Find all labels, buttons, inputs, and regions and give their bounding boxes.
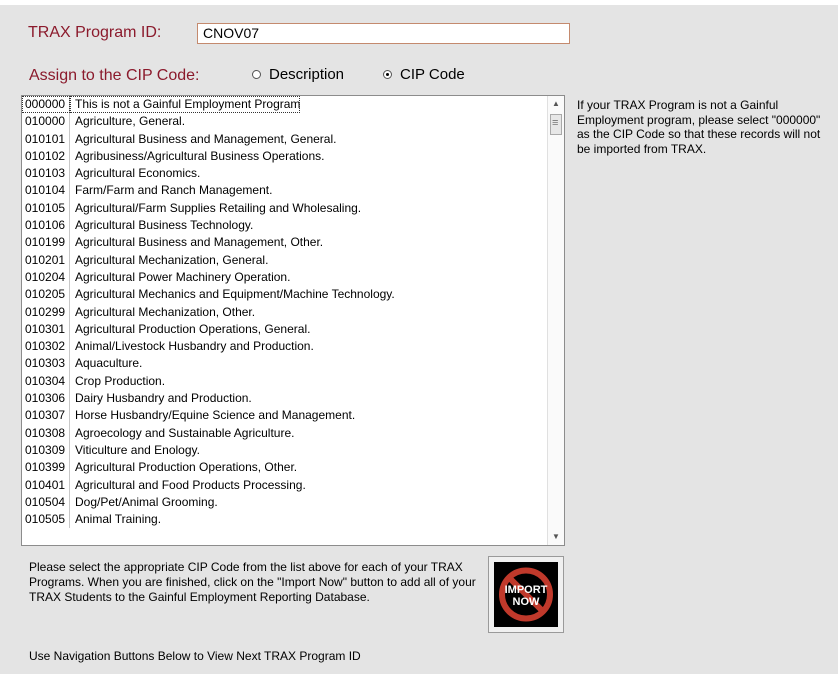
cip-code-cell: 010204 — [22, 268, 70, 287]
list-item[interactable]: 010104 Farm/Farm and Ranch Management. — [22, 182, 564, 200]
cip-code-cell: 010103 — [22, 165, 70, 183]
cip-code-cell: 010308 — [22, 424, 70, 442]
cip-description-cell: Crop Production. — [75, 373, 166, 388]
radio-cip-code-label: CIP Code — [400, 66, 465, 83]
import-label-line1: IMPORT — [505, 584, 548, 596]
list-item[interactable]: 010304 Crop Production. — [22, 372, 564, 391]
cip-description-cell: Agricultural Business and Management, Ot… — [75, 235, 324, 250]
cip-description-cell: Animal/Livestock Husbandry and Productio… — [75, 339, 314, 354]
list-item[interactable]: 010199 Agricultural Business and Manageme… — [22, 234, 564, 252]
cip-description-cell: Agricultural Power Machinery Operation. — [75, 269, 291, 284]
cip-description-cell: Agricultural Business Technology. — [75, 218, 254, 233]
cip-code-cell: 010299 — [22, 303, 70, 321]
import-now-icon: IMPORT NOW — [494, 562, 558, 627]
cip-code-cell: 010104 — [22, 182, 70, 200]
cip-code-list[interactable]: 000000 This is not a Gainful Employment P… — [21, 95, 565, 546]
list-item[interactable]: 010307 Horse Husbandry/Equine Science and… — [22, 407, 564, 425]
list-item[interactable]: 010106 Agricultural Business Technology. — [22, 217, 564, 235]
scroll-up-arrow-icon[interactable]: ▲ — [548, 96, 564, 112]
list-item[interactable]: 010205 Agricultural Mechanics and Equipme… — [22, 286, 564, 304]
program-id-label: TRAX Program ID: — [28, 24, 162, 41]
cip-description-cell: Farm/Farm and Ranch Management. — [75, 183, 273, 198]
cip-description-cell: Agricultural Mechanization, Other. — [75, 304, 256, 319]
cip-code-cell: 010302 — [22, 338, 70, 356]
list-scrollbar[interactable]: ▲ ▼ — [547, 96, 564, 545]
list-item[interactable]: 010301 Agricultural Production Operations… — [22, 320, 564, 339]
cip-description-cell: Animal Training. — [75, 512, 162, 527]
cip-description-cell: Dairy Husbandry and Production. — [75, 391, 252, 406]
no-symbol-icon: IMPORT NOW — [499, 567, 553, 622]
cip-description-cell: Agroecology and Sustainable Agriculture. — [75, 425, 295, 440]
list-item[interactable]: 010204 Agricultural Power Machinery Opera… — [22, 268, 564, 287]
side-note: If your TRAX Program is not a Gainful Em… — [577, 98, 821, 156]
cip-description-cell: Horse Husbandry/Equine Science and Manag… — [75, 408, 356, 423]
cip-code-cell: 010303 — [22, 355, 70, 373]
scroll-down-arrow-icon[interactable]: ▼ — [548, 529, 564, 545]
cip-code-cell: 010301 — [22, 320, 70, 339]
instructions-text: Please select the appropriate CIP Code f… — [29, 560, 476, 604]
cip-description-cell: Dog/Pet/Animal Grooming. — [75, 494, 218, 509]
cip-code-cell: 010000 — [22, 113, 70, 131]
cip-code-cell: 010102 — [22, 147, 70, 166]
list-item[interactable]: 010306 Dairy Husbandry and Production. — [22, 390, 564, 408]
cip-description-cell: Agribusiness/Agricultural Business Opera… — [75, 148, 325, 163]
cip-description-cell: Agricultural Production Operations, Othe… — [75, 460, 298, 475]
list-item[interactable]: 010401 Agricultural and Food Products Pro… — [22, 476, 564, 494]
radio-description-circle[interactable] — [252, 70, 261, 79]
cip-description-cell: Viticulture and Enology. — [75, 442, 200, 457]
import-label-line2: NOW — [513, 596, 541, 608]
list-item[interactable]: 010505 Animal Training. — [22, 511, 564, 529]
cip-code-cell: 010106 — [22, 217, 70, 235]
list-item[interactable]: 010102 Agribusiness/Agricultural Business… — [22, 147, 564, 166]
radio-cip-code[interactable]: CIP Code — [383, 66, 465, 83]
import-now-button[interactable]: IMPORT NOW — [488, 556, 564, 633]
cip-description-cell: Aquaculture. — [75, 356, 143, 371]
footer-navigation-note: Use Navigation Buttons Below to View Nex… — [29, 649, 361, 663]
cip-code-cell: 010505 — [22, 511, 70, 529]
list-item[interactable]: 010302 Animal/Livestock Husbandry and Pro… — [22, 338, 564, 356]
list-item[interactable]: 010201 Agricultural Mechanization, Genera… — [22, 251, 564, 269]
list-item[interactable]: 010303 Aquaculture. — [22, 355, 564, 373]
cip-code-cell: 010101 — [22, 130, 70, 148]
cip-code-cell: 010309 — [22, 441, 70, 460]
list-item[interactable]: 010105 Agricultural/Farm Supplies Retaili… — [22, 199, 564, 218]
cip-description-cell: Agricultural and Food Products Processin… — [75, 477, 306, 492]
cip-list-rows: 000000 This is not a Gainful Employment P… — [22, 96, 564, 529]
cip-description-cell: Agriculture, General. — [75, 114, 186, 129]
cip-code-cell: 010205 — [22, 286, 70, 304]
list-item[interactable]: 010103 Agricultural Economics. — [22, 165, 564, 183]
list-item[interactable]: 010309 Viticulture and Enology. — [22, 441, 564, 460]
cip-code-cell: 010399 — [22, 459, 70, 477]
list-item[interactable]: 000000 This is not a Gainful Employment P… — [22, 96, 564, 114]
cip-description-cell: This is not a Gainful Employment Program — [70, 96, 301, 114]
cip-code-cell: 010201 — [22, 251, 70, 269]
cip-code-cell: 010304 — [22, 372, 70, 391]
cip-description-cell: Agricultural Business and Management, Ge… — [75, 131, 337, 146]
program-id-field[interactable]: CNOV07 — [197, 23, 570, 44]
scroll-thumb[interactable] — [550, 114, 562, 135]
list-item[interactable]: 010299 Agricultural Mechanization, Other. — [22, 303, 564, 321]
assign-cip-label: Assign to the CIP Code: — [29, 67, 200, 84]
list-item[interactable]: 010308 Agroecology and Sustainable Agricu… — [22, 424, 564, 442]
cip-code-cell: 010105 — [22, 199, 70, 218]
cip-description-cell: Agricultural Mechanization, General. — [75, 252, 269, 267]
radio-cip-code-circle[interactable] — [383, 70, 392, 79]
cip-description-cell: Agricultural Production Operations, Gene… — [75, 321, 311, 336]
list-item[interactable]: 010000 Agriculture, General. — [22, 113, 564, 131]
radio-description-label: Description — [269, 66, 345, 83]
cip-code-cell: 010199 — [22, 234, 70, 252]
list-item[interactable]: 010399 Agricultural Production Operations… — [22, 459, 564, 477]
cip-code-cell: 010401 — [22, 476, 70, 494]
cip-description-cell: Agricultural Mechanics and Equipment/Mac… — [75, 287, 395, 302]
cip-code-cell: 000000 — [22, 96, 70, 114]
list-item[interactable]: 010504 Dog/Pet/Animal Grooming. — [22, 493, 564, 512]
cip-code-cell: 010306 — [22, 390, 70, 408]
cip-description-cell: Agricultural/Farm Supplies Retailing and… — [75, 200, 362, 215]
cip-code-cell: 010504 — [22, 493, 70, 512]
cip-description-cell: Agricultural Economics. — [75, 166, 201, 181]
radio-description[interactable]: Description — [252, 66, 344, 83]
list-item[interactable]: 010101 Agricultural Business and Manageme… — [22, 130, 564, 148]
cip-code-cell: 010307 — [22, 407, 70, 425]
